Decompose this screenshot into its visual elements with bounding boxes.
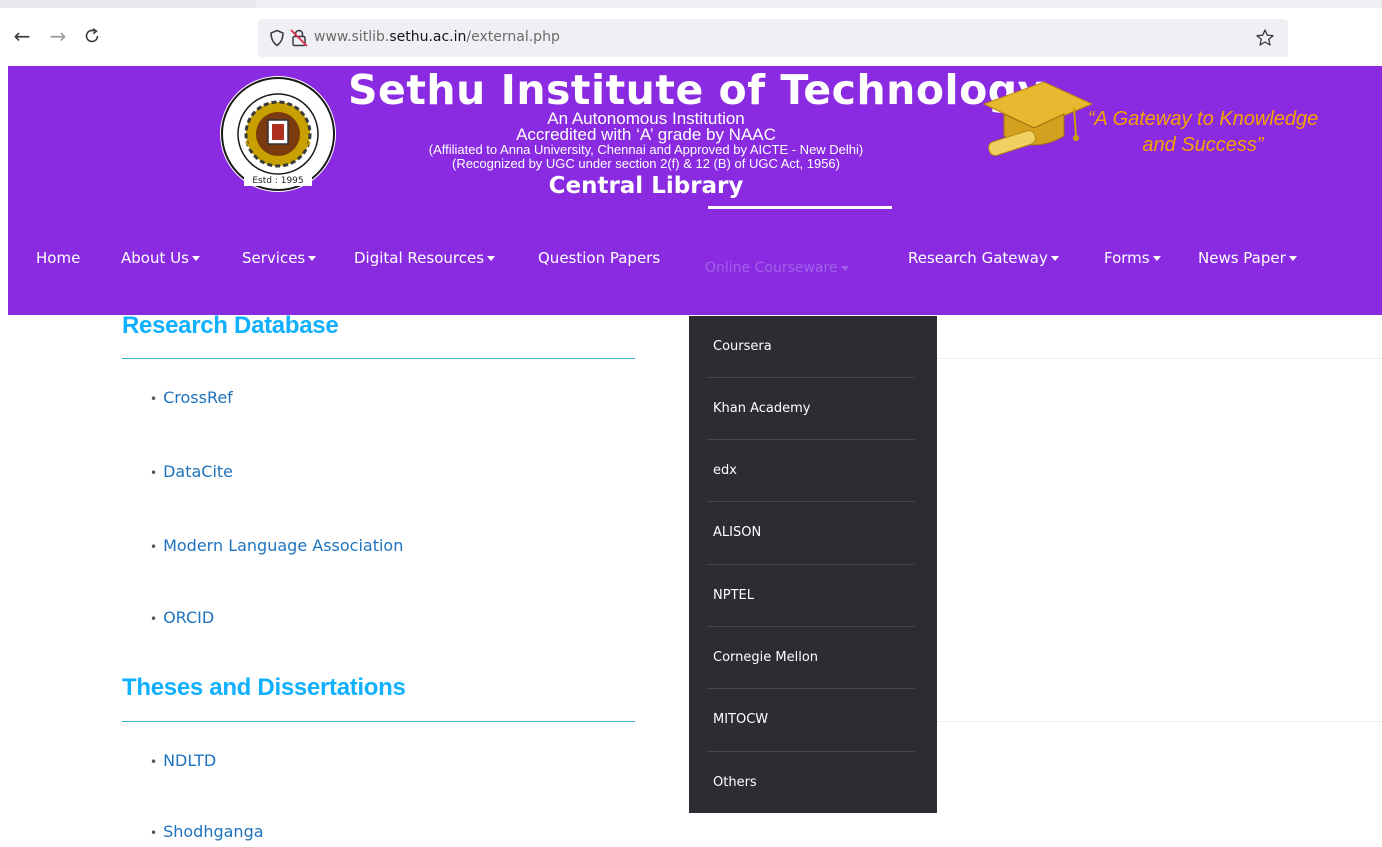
- tagline-line-2: and Success”: [1142, 134, 1264, 156]
- address-bar[interactable]: www.sitlib.sethu.ac.in/external.php: [258, 19, 1288, 57]
- forward-arrow-icon[interactable]: →: [44, 22, 72, 50]
- caret-down-icon: [1152, 256, 1161, 261]
- bullet: •: [150, 392, 158, 406]
- url-text[interactable]: www.sitlib.sethu.ac.in/external.php: [314, 29, 560, 45]
- link-label: Shodhganga: [163, 822, 264, 841]
- affiliation-text: (Affiliated to Anna University, Chennai …: [428, 142, 864, 157]
- link-modern-language-association[interactable]: • Modern Language Association: [150, 536, 403, 555]
- nav-home[interactable]: Home: [36, 240, 80, 276]
- bullet: •: [150, 612, 158, 626]
- nav-services-label: Services: [242, 249, 306, 267]
- nav-about-us[interactable]: About Us: [121, 240, 200, 276]
- section-heading-research-database: Research Database: [122, 312, 339, 339]
- nav-research-gateway[interactable]: Research Gateway: [908, 240, 1059, 276]
- section-divider-right: [937, 358, 1382, 359]
- ugc-recognition-text: (Recognized by UGC under section 2(f) & …: [451, 156, 840, 171]
- dropdown-item-edx[interactable]: edx: [689, 440, 937, 502]
- online-courseware-dropdown: Coursera Khan Academy edx ALISON NPTEL C…: [689, 316, 937, 813]
- tagline-line-1: “A Gateway to Knowledge: [1087, 108, 1319, 130]
- nav-forms-label: Forms: [1104, 249, 1150, 267]
- seal-established-text: Estd : 1995: [244, 176, 312, 186]
- url-prefix: www.sitlib.: [314, 29, 390, 45]
- link-label: NDLTD: [163, 751, 217, 770]
- caret-down-icon: [308, 256, 317, 261]
- nav-question-papers-label: Question Papers: [538, 249, 661, 267]
- site-header: Estd : 1995 Sethu Institute of Technolog…: [8, 66, 1382, 315]
- caret-down-icon: [840, 265, 849, 271]
- reload-icon[interactable]: [78, 22, 106, 50]
- link-shodhganga[interactable]: • Shodhganga: [150, 822, 264, 841]
- dropdown-item-cornegie-mellon[interactable]: Cornegie Mellon: [689, 627, 937, 689]
- bullet: •: [150, 466, 158, 480]
- browser-toolbar: ← → www.sitlib.sethu.ac.in/external.php: [0, 0, 1382, 66]
- nav-services[interactable]: Services: [242, 240, 317, 276]
- dropdown-item-nptel[interactable]: NPTEL: [689, 565, 937, 627]
- caret-down-icon: [191, 256, 200, 261]
- url-domain: sethu.ac.in: [389, 29, 467, 45]
- nav-question-papers[interactable]: Question Papers: [538, 240, 660, 276]
- nav-research-label: Research Gateway: [908, 249, 1048, 267]
- nav-newspaper-label: News Paper: [1198, 249, 1286, 267]
- nav-forms[interactable]: Forms: [1104, 240, 1161, 276]
- section-divider-right: [937, 721, 1382, 722]
- url-path: /external.php: [466, 29, 560, 45]
- link-crossref[interactable]: • CrossRef: [150, 388, 233, 407]
- shield-icon[interactable]: [266, 27, 288, 49]
- bullet: •: [150, 755, 158, 769]
- bullet: •: [150, 826, 158, 840]
- tab-strip: [0, 0, 1382, 8]
- nav-online-courseware[interactable]: Online Courseware: [705, 250, 849, 286]
- section-heading-theses: Theses and Dissertations: [122, 674, 406, 701]
- active-tab-edge[interactable]: [0, 0, 256, 8]
- link-datacite[interactable]: • DataCite: [150, 462, 233, 481]
- library-underline: [708, 206, 892, 209]
- caret-down-icon: [1050, 256, 1059, 261]
- nav-online-label: Online Courseware: [705, 260, 838, 276]
- back-arrow-icon[interactable]: ←: [8, 22, 36, 50]
- main-navigation: Home About Us Services Digital Resources…: [8, 240, 1382, 276]
- dropdown-item-alison[interactable]: ALISON: [689, 502, 937, 564]
- nav-home-label: Home: [36, 249, 81, 267]
- link-orcid[interactable]: • ORCID: [150, 608, 214, 627]
- link-ndltd[interactable]: • NDLTD: [150, 751, 216, 770]
- dropdown-item-mitocw[interactable]: MITOCW: [689, 689, 937, 751]
- dropdown-item-coursera[interactable]: Coursera: [689, 316, 937, 378]
- nav-about-label: About Us: [121, 249, 189, 267]
- nav-digital-resources[interactable]: Digital Resources: [354, 240, 496, 276]
- section-divider: [122, 721, 635, 722]
- link-label: ORCID: [163, 608, 215, 627]
- caret-down-icon: [1288, 256, 1297, 261]
- caret-down-icon: [487, 256, 496, 261]
- dropdown-item-others[interactable]: Others: [689, 752, 937, 814]
- link-label: Modern Language Association: [163, 536, 404, 555]
- institution-name: Sethu Institute of Technology: [348, 66, 1045, 114]
- dropdown-item-khan-academy[interactable]: Khan Academy: [689, 378, 937, 440]
- link-label: DataCite: [163, 462, 234, 481]
- tagline: “A Gateway to Knowledge and Success”: [1068, 106, 1338, 158]
- institute-seal-logo[interactable]: Estd : 1995: [216, 72, 340, 196]
- central-library-title: Central Library: [548, 173, 744, 199]
- nav-digital-label: Digital Resources: [354, 249, 485, 267]
- link-label: CrossRef: [163, 388, 233, 407]
- bullet: •: [150, 540, 158, 554]
- insecure-lock-icon[interactable]: [288, 27, 310, 49]
- bookmark-star-icon[interactable]: [1254, 27, 1276, 49]
- section-divider: [122, 358, 635, 359]
- nav-news-paper[interactable]: News Paper: [1198, 240, 1297, 276]
